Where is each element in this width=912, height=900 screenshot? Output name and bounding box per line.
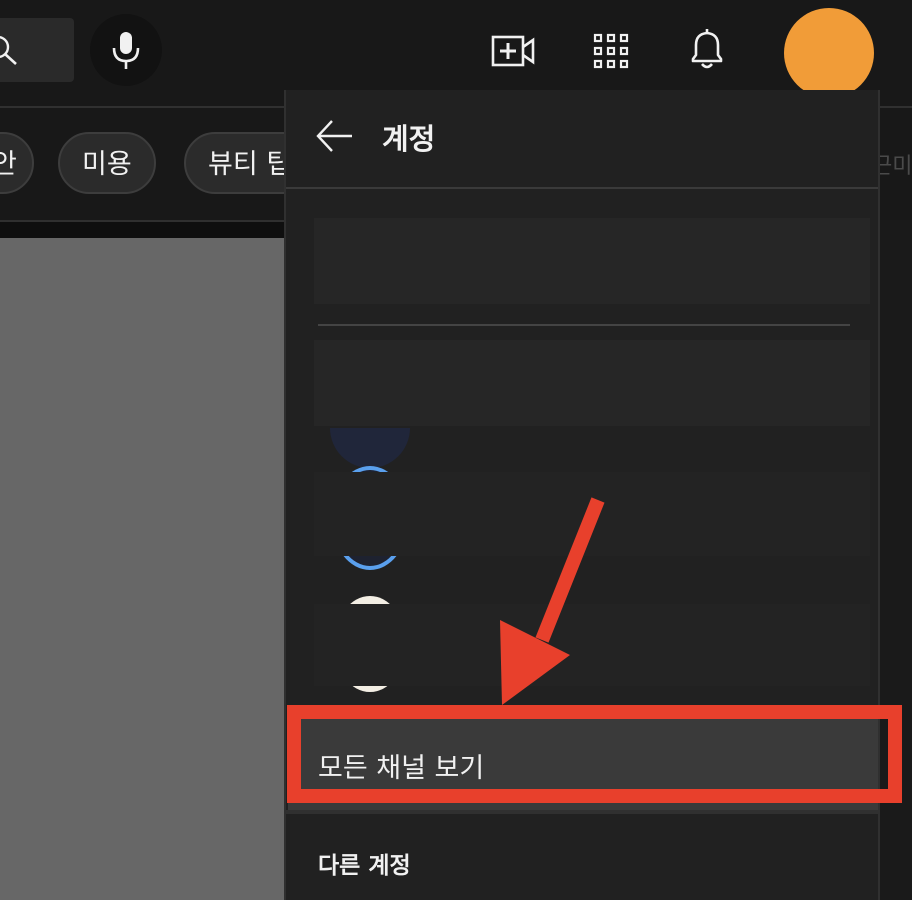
search-icon <box>0 35 17 65</box>
create-video-icon <box>491 35 535 67</box>
channel-item[interactable] <box>314 340 870 426</box>
annotation-highlight-box <box>287 705 902 803</box>
notifications-button[interactable] <box>684 26 730 72</box>
divider <box>318 324 850 326</box>
video-thumbnail-area <box>0 238 284 900</box>
current-account-block[interactable] <box>314 218 870 304</box>
apps-grid-icon <box>593 33 629 69</box>
voice-search-button[interactable] <box>90 14 162 86</box>
annotation-arrow-icon <box>500 497 605 705</box>
panel-header: 계정 <box>286 90 878 189</box>
search-button[interactable] <box>0 18 74 82</box>
apps-button[interactable] <box>588 28 634 74</box>
chip-label: 미용 <box>82 149 132 180</box>
panel-title: 계정 <box>382 122 436 156</box>
section-divider <box>286 810 878 814</box>
page: 안 미용 뷰티 팁 근미 계정 모든 채널 보기 다른 계정 <box>0 0 912 900</box>
mic-icon <box>112 32 140 69</box>
arrow-left-icon[interactable] <box>314 116 354 156</box>
notifications-bell-icon <box>691 29 723 69</box>
chip-beauty[interactable]: 미용 <box>58 132 156 194</box>
chip-label: 안 <box>0 149 17 180</box>
create-button[interactable] <box>490 28 536 74</box>
other-accounts-heading: 다른 계정 <box>318 853 411 879</box>
chip-label: 뷰티 팁 <box>208 149 292 180</box>
chip-partial[interactable]: 안 <box>0 132 34 194</box>
account-avatar-button[interactable] <box>784 8 874 98</box>
